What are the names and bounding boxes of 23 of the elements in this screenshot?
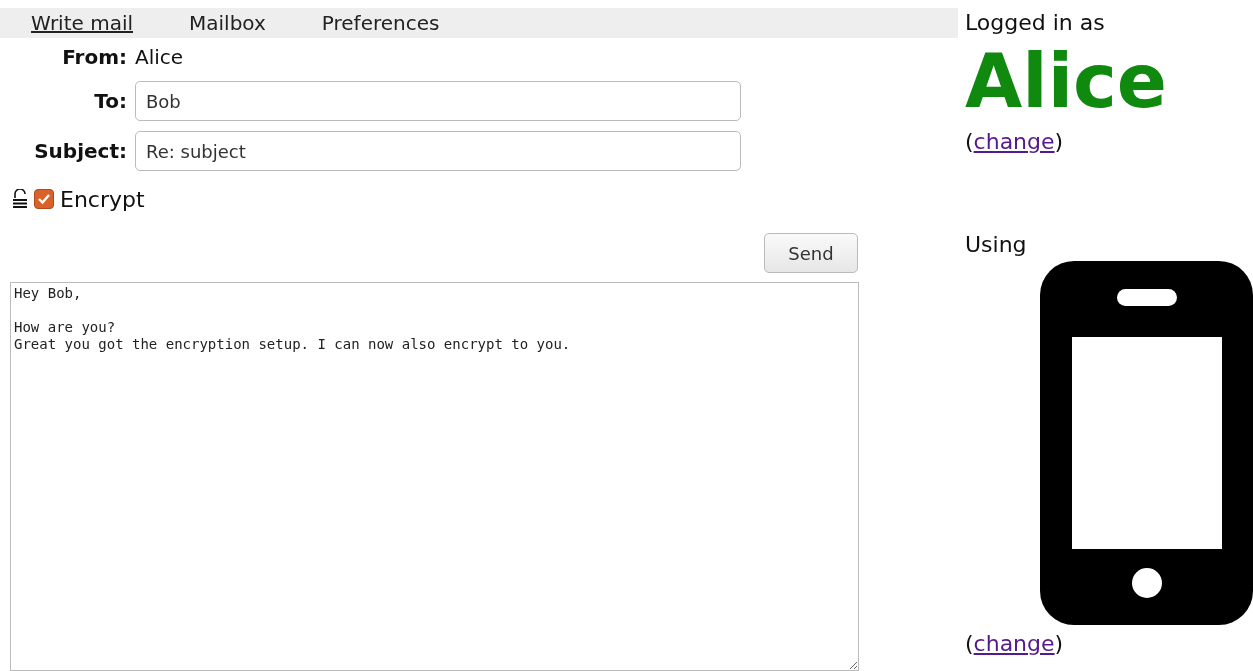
from-label: From: [61,45,128,69]
input-field[interactable]: Re: subject [135,131,741,171]
checkmark-icon [37,193,51,205]
nav-tab[interactable]: Write mail [31,11,133,35]
logged-in-label: Logged in as [965,10,1106,35]
message-body-field[interactable]: Hey Bob, How are you? Great you got the encryption setup. I can now also encrypt to you. [10,282,859,671]
send-button[interactable]: Send [764,233,858,273]
from-value: Alice [135,45,184,69]
encrypt-label: Encrypt [60,186,145,212]
field-label: Subject: [33,139,128,163]
nav-tab[interactable]: Mailbox [189,11,266,35]
change-line: (change) [965,129,1065,154]
input-field[interactable]: Bob [135,81,741,121]
nav-tab[interactable]: Preferences [321,11,440,35]
smartphone-icon [1040,261,1253,625]
change-link[interactable]: change [973,631,1055,656]
using-label: Using [965,232,1028,257]
change-link[interactable]: change [973,129,1055,154]
field-label: To: [93,89,128,113]
change-line: (change) [965,631,1065,656]
user-name: Alice [965,39,1169,123]
padlock-icon [12,189,28,209]
encrypt-checkbox[interactable] [34,189,54,209]
